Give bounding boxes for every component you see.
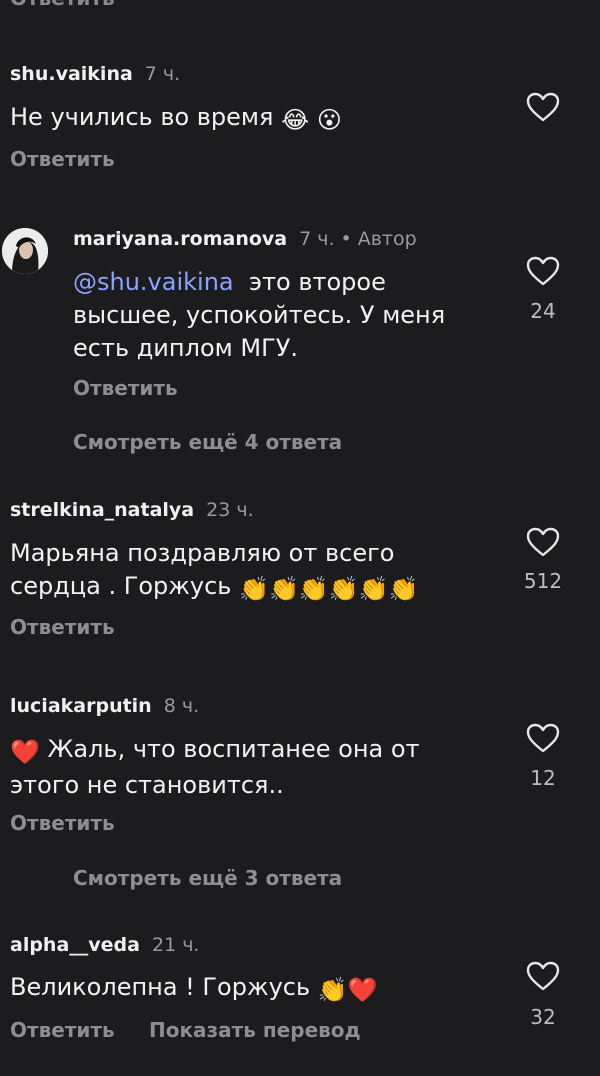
clapping-emoji: 👏 [268,575,299,603]
reply-button[interactable]: Ответить [10,147,115,171]
heart-outline-icon[interactable] [525,722,561,754]
reply-button[interactable]: Ответить [10,811,115,835]
comment-text: Марьяна поздравляю от всего сердца . Гор… [10,537,418,606]
comment-text-line: Марьяна поздравляю от всего [10,539,395,567]
timestamp: 21 ч. [151,934,200,956]
view-more-replies-button[interactable]: Смотреть ещё 4 ответа [73,430,342,454]
view-more-replies-button[interactable]: Смотреть ещё 3 ответа [73,866,342,890]
reply-button-cut[interactable]: Ответить [10,0,115,10]
comment-text: Великолепна ! Горжусь 👏❤️ [10,971,378,1007]
username[interactable]: strelkina_natalya [10,499,194,521]
comment-text-line: это второе [248,268,386,296]
heart-outline-icon[interactable] [525,255,561,287]
clapping-emoji: 👏 [239,575,269,603]
surprised-emoji: 😮 [316,106,342,134]
avatar-image [2,228,48,274]
laughing-emoji: 😂 [281,106,310,134]
comment-text-line: сердца . Горжусь [10,572,232,600]
clapping-emoji: 👏 [358,575,389,603]
comment-text-line: Жаль, что воспитанее она от [47,735,420,763]
like-count: 12 [530,766,556,790]
like-count: 32 [530,1005,556,1029]
view-more-label: Смотреть ещё 3 ответа [73,866,343,890]
reply-button[interactable]: Ответить [10,1018,115,1042]
comment-text-line: высшее, успокойтесь. У меня [73,301,446,329]
comment-text-line: есть диплом МГУ. [73,334,298,362]
comment-text-line: этого не становится.. [10,771,284,799]
like-count: 512 [523,569,563,593]
timestamp: 8 ч. [163,695,200,717]
clapping-emoji: 👏 [298,575,329,603]
username[interactable]: alpha__veda [10,934,140,956]
reply-button[interactable]: Ответить [73,376,178,400]
red-heart-emoji: ❤️ [10,738,40,766]
author-badge: Автор [357,228,417,250]
comment-header: mariyana.romanova 7 ч. • Автор [73,228,417,250]
separator-dot: • [340,228,352,250]
mention-link[interactable]: @shu.vaikina [73,268,234,296]
clapping-emoji: 👏 [328,575,359,603]
comment-text: ❤️ Жаль, что воспитанее она от этого не … [10,733,420,802]
username[interactable]: mariyana.romanova [73,228,287,250]
comment-text-body: Великолепна ! Горжусь [10,973,311,1001]
timestamp: 7 ч. [299,228,335,250]
heart-outline-icon[interactable] [525,91,561,123]
username[interactable]: luciakarputin [10,695,152,717]
comment-text: Не учились во время 😂 😮 [10,101,342,137]
clapping-emoji: 👏 [388,575,419,603]
timestamp: 7 ч. [144,63,181,85]
view-more-label: Смотреть ещё 4 ответа [73,430,343,454]
comment-header: alpha__veda 21 ч. [10,934,199,956]
reply-button[interactable]: Ответить [10,615,115,639]
comment-text-body: Не учились во время [10,103,274,131]
like-count: 24 [530,299,556,323]
heart-outline-icon[interactable] [525,526,561,558]
username[interactable]: shu.vaikina [10,63,133,85]
timestamp: 23 ч. [206,499,254,521]
avatar[interactable] [2,228,48,274]
show-translation-button[interactable]: Показать перевод [149,1018,361,1042]
comment-header: luciakarputin 8 ч. [10,695,199,717]
comment-header: shu.vaikina 7 ч. [10,63,180,85]
comment-header: strelkina_natalya 23 ч. [10,499,254,521]
comment-text: @shu.vaikina это второе высшее, успокойт… [73,266,503,365]
heart-outline-icon[interactable] [525,960,561,992]
clapping-emoji: 👏 [317,976,348,1004]
red-heart-emoji: ❤️ [347,976,378,1004]
